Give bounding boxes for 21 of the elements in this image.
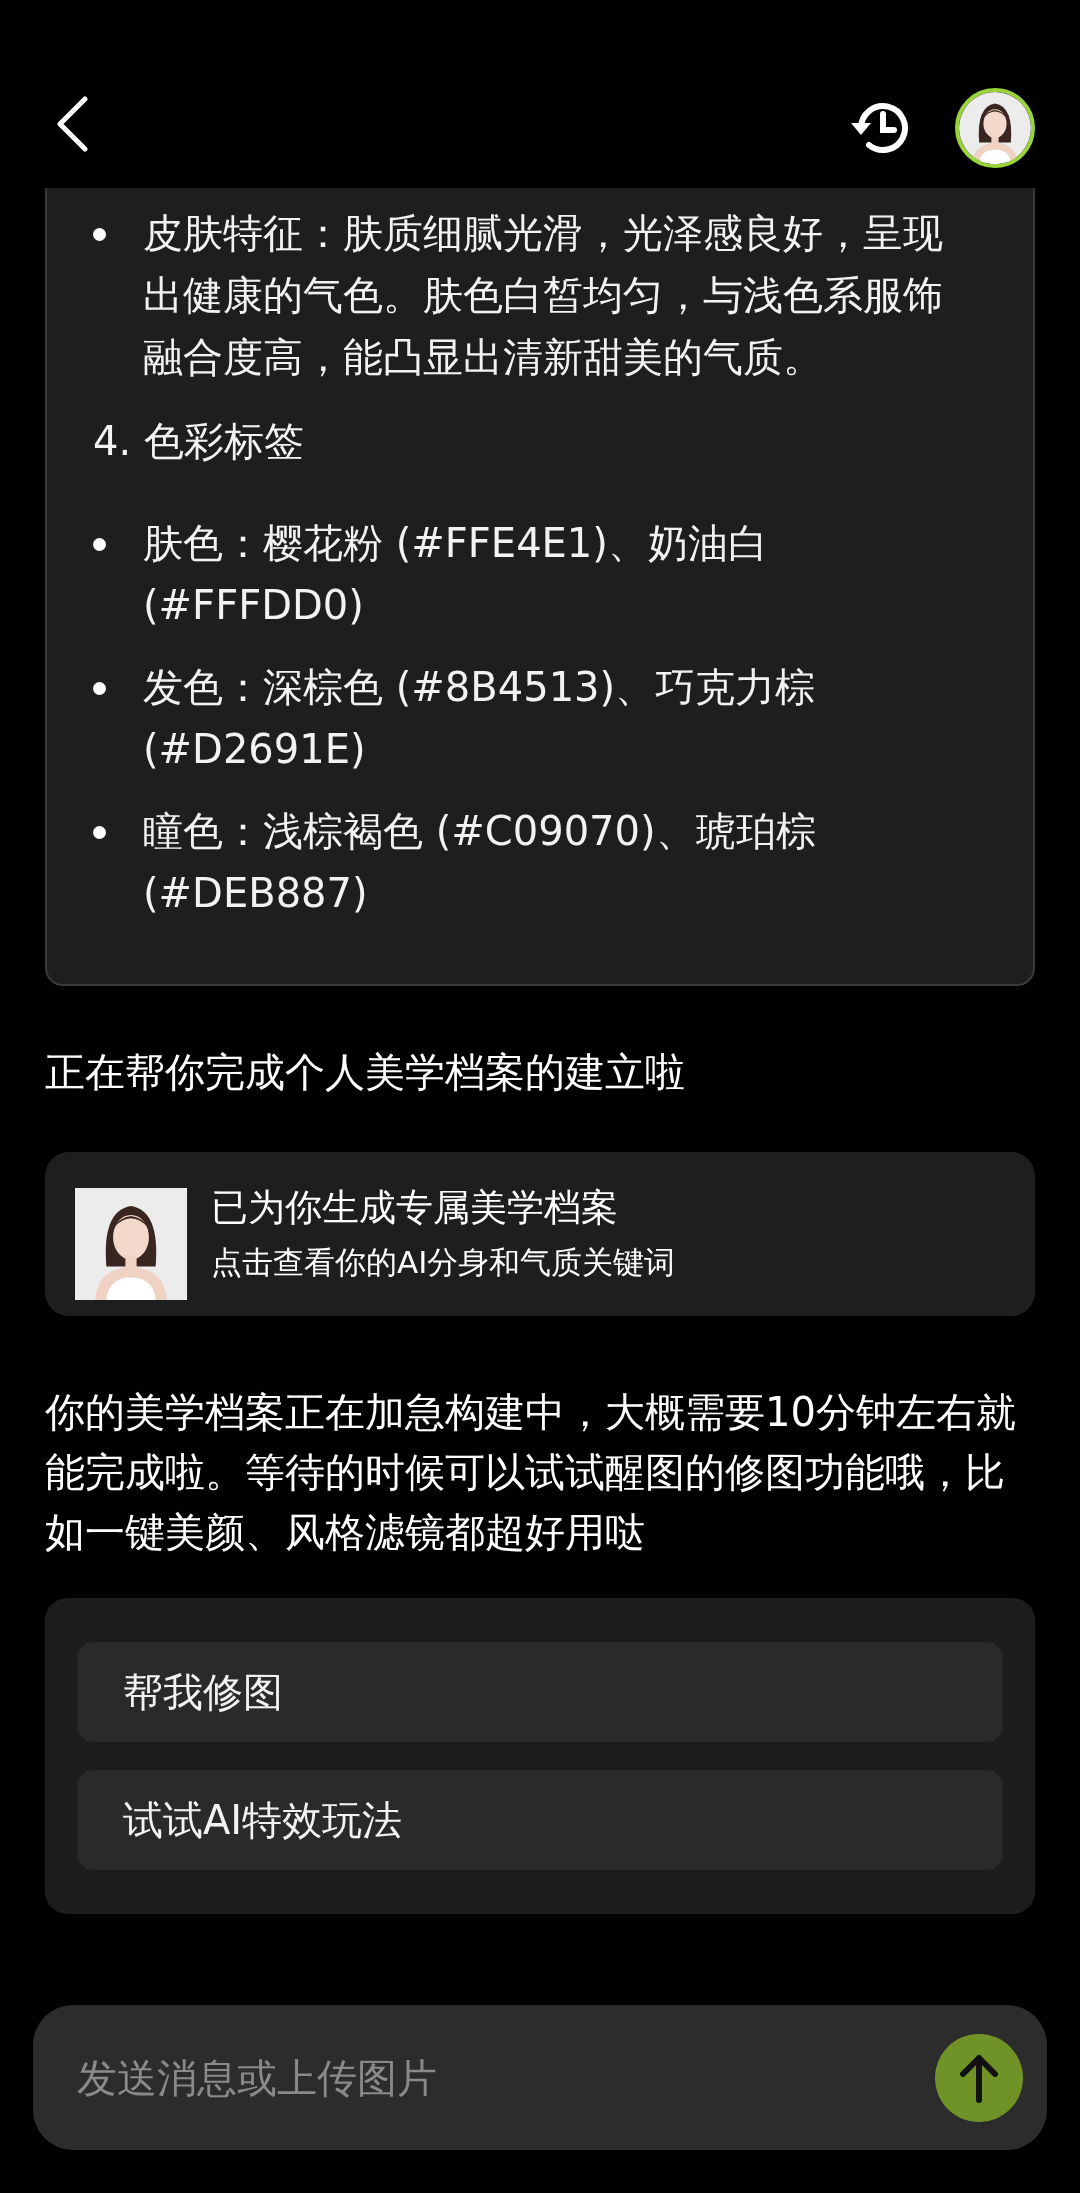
input-bar[interactable]: 发送消息或上传图片 <box>33 2005 1047 2150</box>
section-heading: 4. 色彩标签 <box>93 417 305 466</box>
back-icon[interactable] <box>55 96 89 152</box>
profile-card[interactable]: 已为你生成专属美学档案 点击查看你的AI分身和气质关键词 <box>45 1152 1035 1316</box>
bullet-icon <box>93 826 106 839</box>
avatar-frame[interactable] <box>955 88 1035 168</box>
list-text: 瞳色：浅棕褐色 (#C09070)、琥珀棕 (#DEB887) <box>143 807 817 918</box>
suggestion-button[interactable]: 帮我修图 <box>77 1642 1003 1742</box>
bullet-icon <box>93 228 106 241</box>
suggestion-button[interactable]: 试试AI特效玩法 <box>77 1770 1003 1870</box>
message-text: 你的美学档案正在加急构建中，大概需要10分钟左右就能完成啦。等待的时候可以试试醒图的修图功能哦，比如一键美颜、风格滤镜都超好用哒 <box>45 1388 1017 1557</box>
card-subtitle: 点击查看你的AI分身和气质关键词 <box>211 1243 676 1282</box>
list-text: 皮肤特征：肤质细腻光滑，光泽感良好，呈现出健康的气色。肤色白皙均匀，与浅色系服饰融合度高，能凸显出清新甜美的气质。 <box>143 209 944 382</box>
message-text: 正在帮你完成个人美学档案的建立啦 <box>45 1048 686 1097</box>
bullet-icon <box>93 682 106 695</box>
send-button[interactable] <box>935 2033 1023 2122</box>
bullet-icon <box>93 538 106 551</box>
list-text: 肤色：樱花粉 (#FFE4E1)、奶油白 (#FFFDD0) <box>143 519 769 630</box>
card-title: 已为你生成专属美学档案 <box>211 1186 619 1230</box>
list-text: 发色：深棕色 (#8B4513)、巧克力棕 (#D2691E) <box>143 663 817 774</box>
message-input[interactable]: 发送消息或上传图片 <box>77 2054 935 2101</box>
